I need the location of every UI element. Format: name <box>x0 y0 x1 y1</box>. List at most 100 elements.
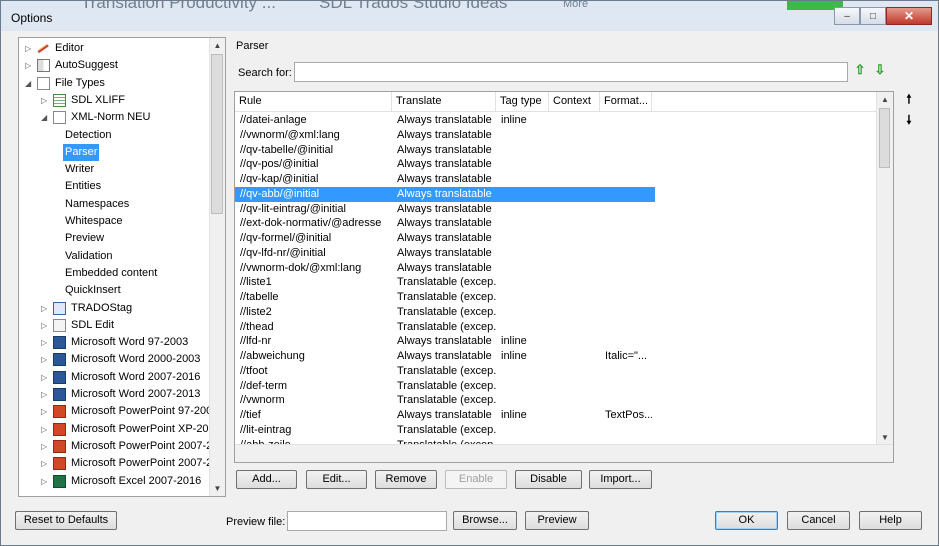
table-row[interactable]: //tabelle Translatable (excep... <box>235 290 655 305</box>
reset-to-defaults-button[interactable]: Reset to Defaults <box>15 511 117 530</box>
table-row[interactable]: //tief Always translatable inline TextPos..… <box>235 408 655 423</box>
collapsed-triangle-icon[interactable]: ▷ <box>41 334 51 351</box>
table-row[interactable]: //qv-pos/@initial Always translatable <box>235 157 655 172</box>
tree-item[interactable]: Validation <box>57 248 207 265</box>
tree-item[interactable]: Entities <box>57 178 207 195</box>
grid-scroll-up-icon[interactable]: ▲ <box>877 92 893 107</box>
table-row[interactable]: //qv-lit-eintrag/@initial Always translat… <box>235 202 655 217</box>
table-row[interactable]: //thead Translatable (excep... <box>235 320 655 335</box>
table-row[interactable]: //qv-lfd-nr/@initial Always translatable <box>235 246 655 261</box>
expanded-triangle-icon[interactable]: ◢ <box>25 75 35 92</box>
table-row[interactable]: //def-term Translatable (excep... <box>235 379 655 394</box>
tree-item[interactable]: ▷ Microsoft PowerPoint 97-2003 <box>41 403 218 420</box>
tree-item[interactable]: ▷ TRADOStag <box>41 300 207 317</box>
search-input[interactable] <box>294 62 848 82</box>
collapsed-triangle-icon[interactable]: ▷ <box>25 40 35 57</box>
tree-scroll-thumb[interactable] <box>211 54 223 214</box>
collapsed-triangle-icon[interactable]: ▷ <box>41 317 51 334</box>
scroll-down-icon[interactable]: ▼ <box>210 481 225 496</box>
column-header-context[interactable]: Context <box>549 92 600 111</box>
tree-item[interactable]: Parser <box>57 143 207 161</box>
table-row[interactable]: //qv-formel/@initial Always translatable <box>235 231 655 246</box>
tree-item[interactable]: ▷ Editor <box>25 40 207 57</box>
tree-item[interactable]: Embedded content <box>57 265 207 282</box>
table-row[interactable]: //tfoot Translatable (excep... <box>235 364 655 379</box>
column-header-translate[interactable]: Translate <box>392 92 496 111</box>
column-header-tag-type[interactable]: Tag type <box>496 92 549 111</box>
disable-button[interactable]: Disable <box>515 470 582 489</box>
help-button[interactable]: Help <box>859 511 922 530</box>
tree-item[interactable]: ▷ SDL XLIFF <box>41 92 207 109</box>
maximize-button[interactable]: □ <box>860 7 886 25</box>
collapsed-triangle-icon[interactable]: ▷ <box>41 386 51 403</box>
collapsed-triangle-icon[interactable]: ▷ <box>41 421 51 438</box>
table-row[interactable]: //qv-abb/@initial Always translatable <box>235 186 655 202</box>
collapsed-triangle-icon[interactable]: ▷ <box>25 57 35 74</box>
table-row[interactable]: //ext-dok-normativ/@adresse Always transl… <box>235 216 655 231</box>
edit-button[interactable]: Edit... <box>306 470 367 489</box>
table-row[interactable]: //datei-anlage Always translatable inline <box>235 113 655 128</box>
tree-scrollbar[interactable]: ▲ ▼ <box>209 38 225 496</box>
table-row[interactable]: //lfd-nr Always translatable inline <box>235 334 655 349</box>
grid-vertical-scrollbar[interactable]: ▲ ▼ <box>876 92 893 445</box>
import-button[interactable]: Import... <box>589 470 652 489</box>
collapsed-triangle-icon[interactable]: ▷ <box>41 473 51 490</box>
tree-item[interactable]: Namespaces <box>57 196 207 213</box>
table-row[interactable]: //abweichung Always translatable inline Ita… <box>235 349 655 364</box>
collapsed-triangle-icon[interactable]: ▷ <box>41 438 51 455</box>
tree-item[interactable]: Preview <box>57 230 207 247</box>
ok-button[interactable]: OK <box>715 511 778 530</box>
move-down-button[interactable]: 🠗 <box>901 112 917 128</box>
table-row[interactable]: //liste1 Translatable (excep... <box>235 275 655 290</box>
tree-item[interactable]: ▷ Microsoft PowerPoint 2007-20 <box>41 455 218 472</box>
table-row[interactable]: //vwnorm Translatable (excep... <box>235 393 655 408</box>
cancel-button[interactable]: Cancel <box>787 511 850 530</box>
tree-item[interactable]: ▷ Microsoft Word 2007-2013 <box>41 386 207 403</box>
tree-item[interactable]: ▷ Microsoft Excel 2007-2016 <box>41 473 207 490</box>
expanded-triangle-icon[interactable]: ◢ <box>41 109 51 126</box>
table-row[interactable]: //liste2 Translatable (excep... <box>235 305 655 320</box>
collapsed-triangle-icon[interactable]: ▷ <box>41 369 51 386</box>
minimize-button[interactable]: – <box>834 7 860 25</box>
tree-item[interactable]: Writer <box>57 161 207 178</box>
close-button[interactable]: ✕ <box>886 7 932 25</box>
tree-item[interactable]: Whitespace <box>57 213 207 230</box>
tree-item[interactable]: QuickInsert <box>57 282 207 299</box>
table-row[interactable]: //vwnorm/@xml:lang Always translatable <box>235 128 655 143</box>
tree-item[interactable]: ▷ Microsoft PowerPoint 2007-20 <box>41 438 218 455</box>
tree-item[interactable]: ▷ Microsoft Word 97-2003 <box>41 334 207 351</box>
tree-item[interactable]: ▷ Microsoft Word 2000-2003 <box>41 351 207 368</box>
collapsed-triangle-icon[interactable]: ▷ <box>41 455 51 472</box>
collapsed-triangle-icon[interactable]: ▷ <box>41 351 51 368</box>
collapsed-triangle-icon[interactable]: ▷ <box>41 300 51 317</box>
scroll-up-icon[interactable]: ▲ <box>210 38 225 53</box>
collapsed-triangle-icon[interactable]: ▷ <box>41 92 51 109</box>
tree-item[interactable]: ▷ SDL Edit <box>41 317 207 334</box>
preview-button[interactable]: Preview <box>525 511 589 530</box>
table-row[interactable]: //qv-kap/@initial Always translatable <box>235 172 655 187</box>
column-header-format[interactable]: Format... <box>600 92 652 111</box>
options-tree[interactable]: ▷ Editor ▷ AutoSuggest ◢ File Types ▷ SDL XLIFF… <box>18 37 226 497</box>
enable-button[interactable]: Enable <box>445 470 507 489</box>
tree-item[interactable]: ▷ Microsoft Word 2007-2016 <box>41 369 207 386</box>
rules-grid[interactable]: Rule Translate Tag type Context Format..… <box>234 91 894 463</box>
preview-file-input[interactable] <box>287 511 447 531</box>
tree-item[interactable]: Detection <box>57 127 207 144</box>
remove-button[interactable]: Remove <box>375 470 437 489</box>
tree-item[interactable]: ◢ XML-Norm NEU <box>41 109 207 126</box>
table-row[interactable]: //vwnorm-dok/@xml:lang Always translatabl… <box>235 261 655 276</box>
add-button[interactable]: Add... <box>236 470 297 489</box>
table-row[interactable]: //lit-eintrag Translatable (excep... <box>235 423 655 438</box>
tree-item[interactable]: ▷ AutoSuggest <box>25 57 207 74</box>
move-up-button[interactable]: 🠕 <box>901 91 917 107</box>
tree-item[interactable]: ▷ Microsoft PowerPoint XP-2003 <box>41 421 221 438</box>
grid-scroll-down-icon[interactable]: ▼ <box>877 430 893 445</box>
browse-button[interactable]: Browse... <box>453 511 517 530</box>
column-header-rule[interactable]: Rule <box>235 92 392 111</box>
table-row[interactable]: //qv-tabelle/@initial Always translatable <box>235 143 655 158</box>
find-previous-button[interactable]: ⇧ <box>852 62 868 78</box>
grid-scroll-thumb[interactable] <box>879 108 890 168</box>
find-next-button[interactable]: ⇩ <box>872 62 888 78</box>
grid-horizontal-scrollbar[interactable] <box>235 444 893 462</box>
tree-item[interactable]: ◢ File Types <box>25 75 207 92</box>
